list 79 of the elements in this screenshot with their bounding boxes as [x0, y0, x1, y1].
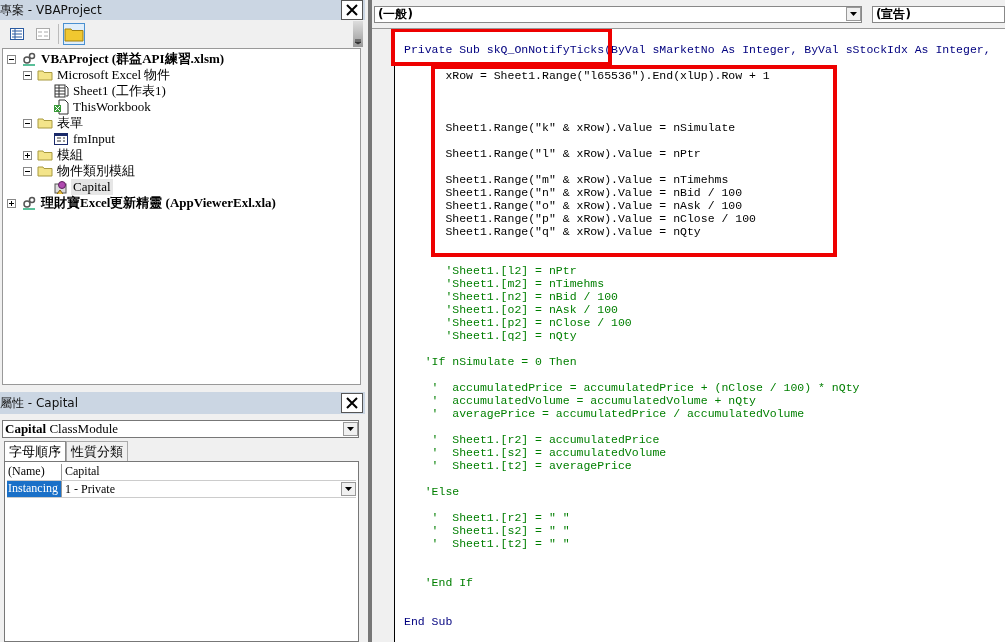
code-comment: 'Sheet1.[m2] = nTimehms [444, 277, 606, 290]
close-icon [346, 4, 358, 16]
gears-icon [21, 51, 37, 67]
folder-icon [37, 115, 53, 131]
code-comment: 'Sheet1.[l2] = nPtr [444, 264, 578, 277]
code-line: Sheet1.Range("n" & xRow).Value = nBid / 100 [444, 186, 744, 199]
tree-item[interactable]: Capital [71, 179, 113, 195]
code-comment: 'Else [423, 485, 461, 498]
class-module-icon [53, 179, 69, 195]
folder-icon [37, 147, 53, 163]
tree-item[interactable]: Microsoft Excel 物件 [55, 66, 173, 84]
tab[interactable]: 字母順序 [4, 441, 66, 461]
tree-item[interactable]: VBAProject (群益API練習.xlsm) [39, 50, 227, 68]
code-comment: ' Sheet1.[r2] = accumulatedPrice [430, 433, 661, 446]
code-comment: ' Sheet1.[s2] = accumulatedVolume [430, 446, 668, 459]
code-comment: ' Sheet1.[t2] = " " [430, 537, 571, 550]
code-line: Sheet1.Range("p" & xRow).Value = nClose / 100 [444, 212, 757, 225]
code-comment: ' averagePrice = accumulatedPrice / accumulatedVolume [430, 407, 806, 420]
code-comment: ' accumulatedVolume = accumulatedVolume + nQty [430, 394, 757, 407]
close-button[interactable] [341, 0, 363, 20]
code-line: xRow = Sheet1.Range("l65536").End(xlUp).Row + 1 [444, 69, 771, 82]
code-line: Sheet1.Range("m" & xRow).Value = nTimehms [444, 173, 730, 186]
expand-button[interactable] [23, 150, 32, 160]
code-comment: 'If nSimulate = 0 Then [423, 355, 578, 368]
sheet-icon [53, 83, 69, 99]
close-icon [346, 397, 358, 409]
collapse-button[interactable] [7, 54, 16, 64]
tree-item[interactable]: 物件類別模組 [55, 162, 137, 180]
panel-title: 專案 - VBAProject [0, 1, 102, 19]
object-name: Capital [5, 421, 47, 436]
collapse-button[interactable] [23, 166, 32, 176]
collapse-button[interactable] [23, 70, 32, 80]
code-comment: ' accumulatedPrice = accumulatedPrice + (nClose / 100) * nQty [430, 381, 861, 394]
tree-item[interactable]: fmInput [71, 131, 117, 147]
code-line: Sheet1.Range("k" & xRow).Value = nSimulate [444, 121, 737, 134]
gears-icon [21, 195, 37, 211]
caret-icon [345, 487, 352, 491]
form-icon [53, 131, 69, 147]
code-comment: ' Sheet1.[s2] = " " [430, 524, 571, 537]
code-comment: ' Sheet1.[t2] = averagePrice [430, 459, 633, 472]
close-button[interactable] [341, 393, 363, 413]
toolbar-overflow-button[interactable] [353, 21, 363, 47]
tree-item[interactable]: 表單 [55, 114, 85, 132]
code-comment: 'Sheet1.[n2] = nBid / 100 [444, 290, 619, 303]
folder-icon [64, 26, 84, 42]
code-comment: 'Sheet1.[p2] = nClose / 100 [444, 316, 633, 329]
property-value[interactable]: Capital [62, 464, 356, 480]
code-comment: 'Sheet1.[o2] = nAsk / 100 [444, 303, 619, 316]
dropdown-button[interactable] [846, 7, 861, 21]
code-comment: 'Sheet1.[q2] = nQty [444, 329, 578, 342]
tree-item[interactable]: 理財寶Excel更新精靈 (AppViewerExl.xla) [39, 194, 278, 212]
code-line: Sheet1.Range("l" & xRow).Value = nPtr [444, 147, 702, 160]
expand-button[interactable] [7, 198, 16, 208]
tree-item[interactable]: ThisWorkbook [71, 99, 153, 115]
collapse-button[interactable] [23, 118, 32, 128]
object-type: ClassModule [49, 421, 119, 436]
property-name[interactable]: Instancing [7, 481, 62, 497]
object-dropdown[interactable]: Capital ClassModule [2, 420, 359, 438]
workbook-icon [53, 99, 69, 115]
folder-icon [37, 67, 53, 83]
grid-icon [9, 27, 25, 41]
code-line: Sheet1.Range("o" & xRow).Value = nAsk / 100 [444, 199, 744, 212]
panel-title: 屬性 - Capital [0, 394, 79, 412]
object-combo[interactable]: (一般) [374, 5, 862, 23]
tree-item[interactable]: Sheet1 (工作表1) [71, 82, 168, 100]
code-line: End Sub [404, 615, 454, 628]
form-icon [35, 27, 51, 41]
caret-icon [850, 12, 857, 16]
code-comment: ' Sheet1.[r2] = " " [430, 511, 571, 524]
toggle-folders-button[interactable] [63, 23, 85, 45]
code-comment: 'End If [423, 576, 474, 589]
property-name[interactable]: (Name) [7, 464, 62, 480]
code-line: Sheet1.Range("q" & xRow).Value = nQty [444, 225, 702, 238]
dropdown-button[interactable] [341, 482, 356, 496]
tab[interactable]: 性質分類 [66, 441, 128, 461]
chevron-down-icon [354, 39, 362, 45]
tree-item[interactable]: 模組 [55, 146, 85, 164]
folder-icon [37, 163, 53, 179]
procedure-combo[interactable]: (宣告) [872, 5, 1005, 23]
